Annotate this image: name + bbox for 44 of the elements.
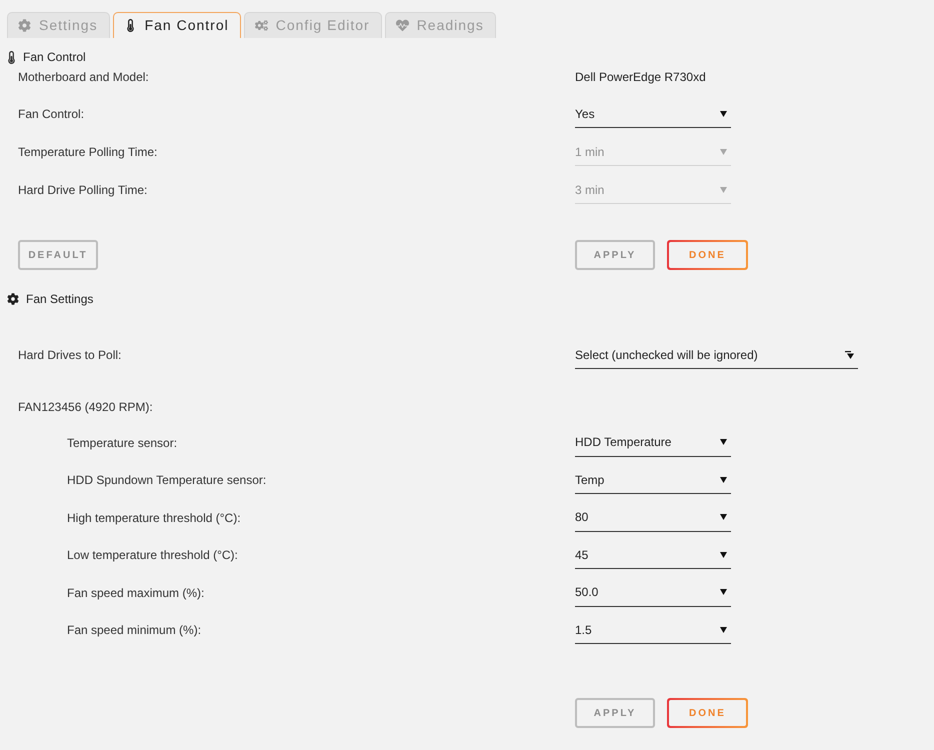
select-field[interactable]: 80 bbox=[575, 504, 731, 532]
caret-icon bbox=[720, 439, 727, 446]
tab[interactable]: Readings bbox=[384, 12, 496, 38]
caret-icon bbox=[720, 552, 727, 558]
action-button[interactable]: DONE bbox=[667, 698, 748, 728]
select-field[interactable]: 50.0 bbox=[575, 578, 731, 607]
field-value: Dell PowerEdge R730xd bbox=[575, 69, 706, 86]
gear-icon bbox=[7, 293, 19, 305]
caret-icon bbox=[720, 148, 727, 154]
select-field[interactable]: HDD Temperature bbox=[575, 428, 731, 457]
section-title: Fan Settings bbox=[26, 291, 94, 308]
thermometer-icon bbox=[6, 50, 17, 64]
caret-icon bbox=[720, 110, 727, 116]
gears-icon bbox=[254, 19, 268, 32]
field-label: HDD Spundown Temperature sensor: bbox=[67, 473, 266, 488]
tab[interactable]: Fan Control bbox=[112, 12, 241, 38]
fan-label: FAN123456 (4920 RPM): bbox=[18, 399, 153, 416]
action-button[interactable]: DONE bbox=[667, 240, 748, 270]
caret-icon bbox=[720, 626, 727, 633]
tab[interactable]: Settings bbox=[7, 12, 110, 38]
select-field[interactable]: Yes bbox=[575, 100, 731, 128]
field-label: Fan speed minimum (%): bbox=[67, 623, 202, 638]
section-title: Fan Control bbox=[23, 49, 86, 66]
field-label: High temperature threshold (°C): bbox=[67, 510, 241, 525]
caret-icon bbox=[720, 589, 727, 596]
caret-icon bbox=[845, 350, 854, 358]
field-label: Motherboard and Model: bbox=[18, 70, 149, 84]
field-label: Hard Drive Polling Time: bbox=[18, 183, 148, 197]
field-label: Fan Control: bbox=[18, 107, 84, 121]
select-field[interactable]: Temp bbox=[575, 466, 731, 494]
caret-icon bbox=[720, 476, 727, 483]
field-label: Low temperature threshold (°C): bbox=[67, 548, 238, 562]
field-label: Temperature Polling Time: bbox=[18, 145, 158, 159]
field-label: Temperature sensor: bbox=[67, 436, 178, 450]
caret-icon bbox=[720, 514, 727, 520]
select-field[interactable]: 45 bbox=[575, 541, 731, 570]
heartbeat-icon bbox=[396, 19, 409, 32]
caret-icon bbox=[720, 186, 727, 192]
select-field[interactable]: Select (unchecked will be ignored) bbox=[575, 341, 858, 369]
select-field[interactable]: 1.5 bbox=[575, 616, 731, 644]
tab[interactable]: Config Editor bbox=[244, 12, 382, 38]
field-label: Fan speed maximum (%): bbox=[67, 586, 204, 600]
gear-icon bbox=[18, 19, 31, 32]
field-label: Hard Drives to Poll: bbox=[18, 348, 122, 362]
